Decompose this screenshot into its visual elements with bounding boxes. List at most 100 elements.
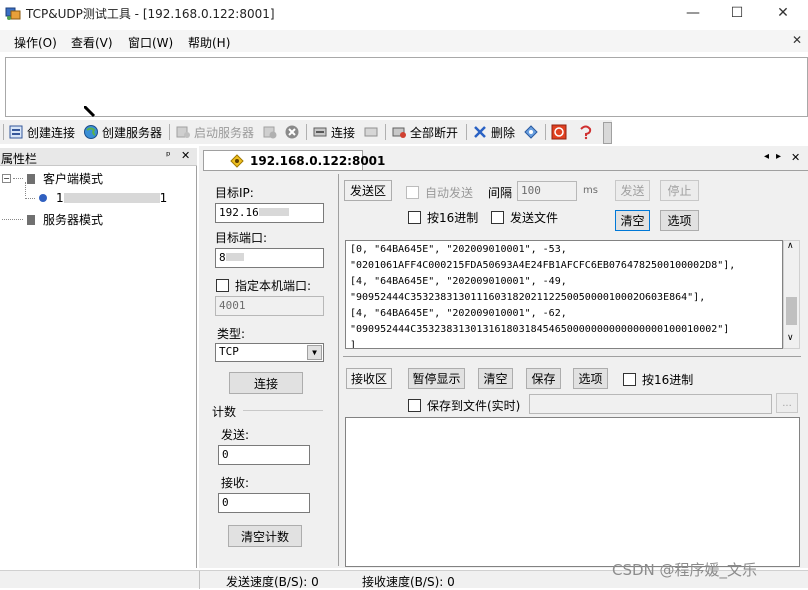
pause-display-button[interactable]: 暂停显示 bbox=[408, 368, 465, 389]
save-file-path-input[interactable] bbox=[529, 394, 772, 414]
create-server-button[interactable]: 创建服务器 bbox=[83, 123, 162, 141]
disconnect-all-button[interactable]: 全部断开 bbox=[391, 123, 458, 141]
tab-connection[interactable]: 192.168.0.122:8001 bbox=[203, 150, 385, 170]
recv-hex-checkbox[interactable]: 按16进制 bbox=[623, 371, 693, 388]
close-button[interactable]: ✕ bbox=[760, 0, 806, 26]
start-server-button[interactable]: 启动服务器 bbox=[175, 123, 254, 141]
stop-send-button[interactable]: 停止 bbox=[660, 180, 699, 201]
scroll-up-icon[interactable]: ∧ bbox=[787, 241, 794, 251]
mdi-close-icon[interactable]: ✕ bbox=[792, 33, 802, 47]
send-hex-label: 按16进制 bbox=[427, 211, 479, 225]
stop-button[interactable] bbox=[551, 123, 570, 141]
log-pane bbox=[5, 57, 808, 118]
checkbox-box bbox=[408, 211, 421, 224]
send-scrollbar[interactable]: ∧ ∨ bbox=[783, 240, 800, 349]
delete-label: 删除 bbox=[491, 125, 516, 140]
interval-unit: ms bbox=[583, 185, 598, 196]
disconnect-all-icon bbox=[392, 127, 406, 138]
area-divider bbox=[343, 356, 801, 357]
toolbar: 创建连接 创建服务器 启动服务器 连接 全部断开 删除 bbox=[0, 120, 612, 144]
network-icon bbox=[524, 125, 538, 139]
menu-help[interactable]: 帮助(H) bbox=[188, 34, 230, 51]
minimize-button[interactable]: — bbox=[670, 0, 716, 26]
property-panel-title: 属性栏 bbox=[1, 152, 38, 166]
send-textarea[interactable]: [0, "64BA645E", "202009010001", -53, "02… bbox=[345, 240, 783, 349]
tab-label: 192.168.0.122:8001 bbox=[250, 153, 386, 168]
status-divider bbox=[199, 571, 200, 589]
interval-input[interactable]: 100 bbox=[517, 181, 577, 201]
menu-view[interactable]: 查看(V) bbox=[71, 34, 113, 51]
tree-client-mode[interactable]: − 客户端模式 bbox=[2, 170, 103, 187]
local-port-checkbox[interactable]: 指定本机端口: bbox=[216, 277, 311, 294]
counter-section-label: 计数 bbox=[212, 405, 237, 419]
save-to-file-checkbox[interactable]: 保存到文件(实时) bbox=[408, 397, 520, 414]
network-button[interactable] bbox=[523, 123, 542, 141]
window-title: TCP&UDP测试工具 - [192.168.0.122:8001] bbox=[26, 7, 275, 21]
disconnect-icon bbox=[364, 127, 378, 137]
disconnect-button[interactable] bbox=[363, 123, 382, 141]
type-label: 类型: bbox=[217, 327, 246, 341]
client-mode-icon bbox=[27, 173, 35, 184]
tree-line bbox=[25, 197, 35, 199]
connection-tab-icon bbox=[230, 154, 244, 168]
recv-options-button[interactable]: 选项 bbox=[573, 368, 608, 389]
checkbox-box bbox=[491, 211, 504, 224]
target-ip-input[interactable]: 192.16 bbox=[215, 203, 324, 223]
recv-count-input[interactable]: 0 bbox=[218, 493, 310, 513]
scroll-down-icon[interactable]: ∨ bbox=[787, 333, 794, 343]
send-area-tab[interactable]: 发送区 bbox=[344, 180, 392, 201]
send-options-button[interactable]: 选项 bbox=[660, 210, 699, 231]
toolbar-separator bbox=[385, 124, 386, 140]
connect-panel-button[interactable]: 连接 bbox=[229, 372, 303, 394]
create-server-label: 创建服务器 bbox=[102, 125, 163, 140]
auto-send-checkbox[interactable]: 自动发送 bbox=[406, 184, 473, 201]
send-clear-button[interactable]: 清空 bbox=[615, 210, 650, 231]
connect-button[interactable]: 连接 bbox=[312, 123, 355, 141]
tree-collapse-icon[interactable]: − bbox=[2, 174, 11, 183]
send-file-label: 发送文件 bbox=[510, 211, 559, 225]
target-port-input[interactable]: 8 bbox=[215, 248, 324, 268]
delete-button[interactable]: 删除 bbox=[472, 123, 515, 141]
stop-server-button[interactable] bbox=[262, 123, 281, 141]
menu-operation[interactable]: 操作(O) bbox=[14, 34, 57, 51]
circle-x-icon bbox=[285, 125, 299, 139]
tree-server-mode[interactable]: 服务器模式 bbox=[2, 211, 103, 228]
recv-clear-button[interactable]: 清空 bbox=[478, 368, 513, 389]
tab-nav-left-icon[interactable]: ◂ bbox=[764, 151, 769, 162]
toolbar-separator bbox=[466, 124, 467, 140]
send-button[interactable]: 发送 bbox=[615, 180, 650, 201]
send-count-input[interactable]: 0 bbox=[218, 445, 310, 465]
send-line: "090952444C35323831301316180318454650000… bbox=[350, 324, 730, 335]
tab-close-icon[interactable]: ✕ bbox=[791, 151, 800, 164]
title-bar: TCP&UDP测试工具 - [192.168.0.122:8001] — ☐ ✕ bbox=[0, 0, 808, 26]
recv-save-button[interactable]: 保存 bbox=[526, 368, 561, 389]
close-server-button[interactable] bbox=[284, 123, 303, 141]
toolbar-separator bbox=[306, 124, 307, 140]
send-file-checkbox[interactable]: 发送文件 bbox=[491, 209, 558, 226]
save-to-file-label: 保存到文件(实时) bbox=[427, 399, 521, 413]
type-select[interactable]: TCP ▼ bbox=[215, 343, 324, 362]
tree-line bbox=[13, 178, 23, 179]
local-port-input[interactable]: 4001 bbox=[215, 296, 324, 316]
menu-bar: 操作(O) 查看(V) 窗口(W) 帮助(H) ✕ bbox=[0, 30, 808, 52]
menu-window[interactable]: 窗口(W) bbox=[128, 34, 173, 51]
tree-client-connection[interactable]: 1 1 bbox=[25, 191, 167, 205]
recv-textarea[interactable] bbox=[345, 417, 800, 567]
recv-area-tab[interactable]: 接收区 bbox=[346, 368, 392, 389]
browse-button[interactable]: ... bbox=[776, 393, 798, 413]
pin-icon[interactable]: ᵖ bbox=[166, 149, 171, 162]
send-hex-checkbox[interactable]: 按16进制 bbox=[408, 209, 478, 226]
tab-nav-right-icon[interactable]: ▸ bbox=[776, 151, 781, 162]
send-line: "0201061AFF4C000215FDA50693A4E24FB1AFCFC… bbox=[350, 260, 736, 271]
disconnect-all-label: 全部断开 bbox=[410, 125, 459, 140]
start-server-icon bbox=[176, 126, 190, 138]
panel-close-icon[interactable]: ✕ bbox=[181, 149, 190, 162]
clear-count-button[interactable]: 清空计数 bbox=[228, 525, 302, 547]
scroll-thumb[interactable] bbox=[786, 297, 797, 325]
maximize-button[interactable]: ☐ bbox=[714, 0, 760, 26]
create-connection-button[interactable]: 创建连接 bbox=[8, 123, 75, 141]
client-connection-suffix: 1 bbox=[159, 191, 168, 205]
toolbar-overflow-button[interactable] bbox=[603, 122, 612, 144]
dropdown-arrow-icon[interactable]: ▼ bbox=[307, 345, 322, 360]
help-button[interactable] bbox=[578, 123, 597, 141]
